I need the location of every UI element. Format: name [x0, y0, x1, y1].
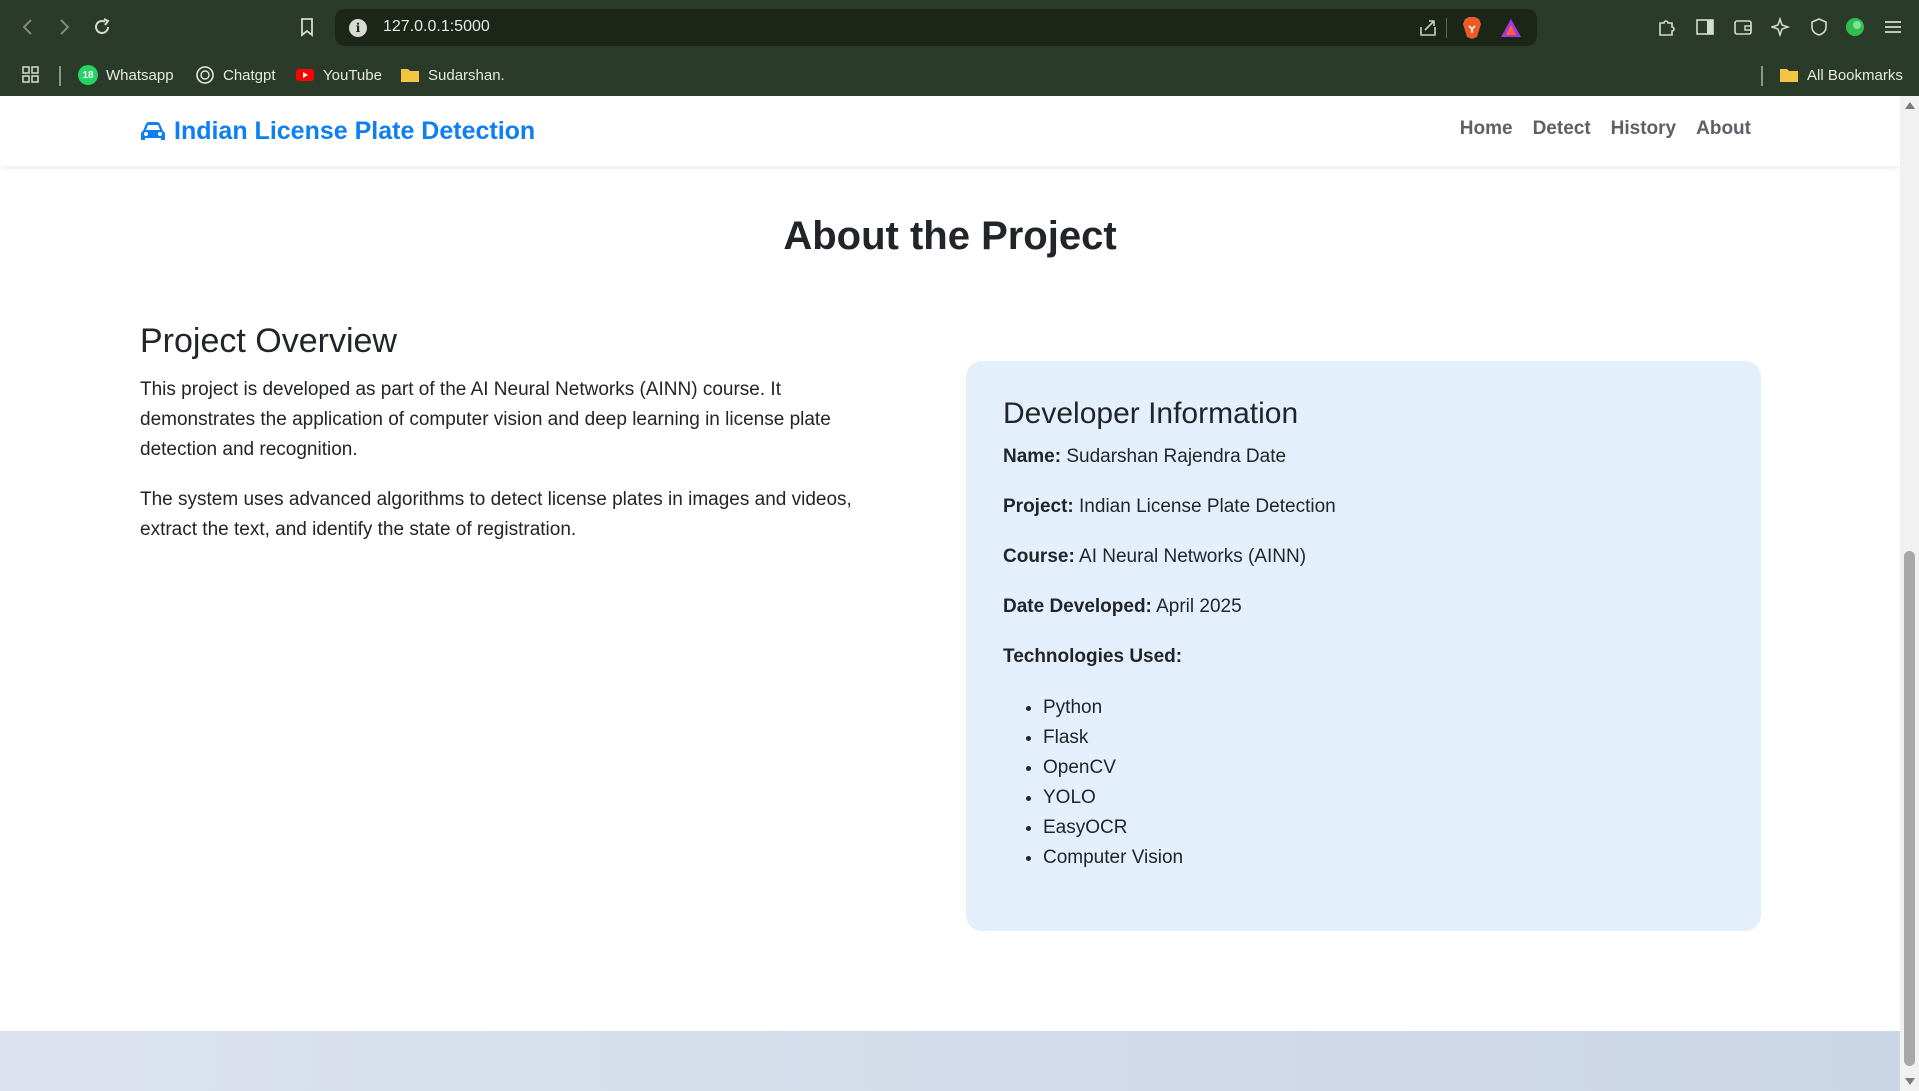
list-item: Python — [1043, 693, 1724, 723]
bookmark-chatgpt[interactable]: Chatgpt — [195, 63, 276, 87]
reload-icon — [95, 18, 110, 34]
youtube-icon — [296, 69, 314, 81]
field-label: Project: — [1003, 496, 1074, 517]
bookmark-label: Chatgpt — [223, 66, 276, 84]
extensions-button[interactable] — [1653, 13, 1681, 41]
field-label: Name: — [1003, 446, 1062, 467]
list-item: Computer Vision — [1043, 843, 1724, 873]
field-label: Technologies Used: — [1003, 646, 1183, 667]
profile-avatar-icon — [1846, 18, 1864, 36]
menu-button[interactable] — [1879, 13, 1907, 41]
scroll-down-arrow-icon[interactable] — [1905, 1078, 1915, 1085]
developer-heading: Developer Information — [1003, 397, 1299, 430]
developer-project-row: Project: Indian License Plate Detection — [1003, 495, 1724, 519]
nav-about[interactable]: About — [1696, 118, 1751, 140]
back-arrow-icon — [22, 19, 32, 35]
all-bookmarks-label: All Bookmarks — [1807, 66, 1903, 84]
reload-button[interactable] — [88, 13, 116, 41]
shield-icon — [1811, 18, 1827, 36]
share-icon[interactable] — [1417, 17, 1439, 39]
developer-name: Sudarshan Rajendra Date — [1066, 446, 1287, 467]
browser-chrome: i 127.0.0.1:5000 18 Whatsapp Chatgpt You… — [0, 0, 1919, 96]
field-label: Date Developed: — [1003, 596, 1152, 617]
all-bookmarks-button[interactable]: All Bookmarks — [1779, 63, 1903, 87]
url-text[interactable]: 127.0.0.1:5000 — [383, 18, 490, 36]
bookmark-folder-sudarshan[interactable]: Sudarshan. — [400, 63, 505, 87]
technologies-list: Python Flask OpenCV YOLO EasyOCR Compute… — [1003, 693, 1724, 873]
page-content: Indian License Plate Detection Home Dete… — [0, 96, 1900, 1091]
site-info-icon[interactable]: i — [349, 19, 367, 37]
leo-ai-button[interactable] — [1767, 13, 1795, 41]
list-item: Flask — [1043, 723, 1724, 753]
bookmarks-divider — [59, 66, 61, 86]
bookmark-label: Sudarshan. — [428, 66, 505, 84]
wallet-button[interactable] — [1729, 13, 1757, 41]
brand-title: Indian License Plate Detection — [174, 117, 536, 145]
bookmark-page-button[interactable] — [293, 13, 321, 41]
list-item: YOLO — [1043, 783, 1724, 813]
overview-paragraph: This project is developed as part of the… — [140, 379, 831, 460]
bookmark-icon — [301, 18, 313, 37]
bookmark-whatsapp[interactable]: 18 Whatsapp — [78, 63, 174, 87]
sidebar-button[interactable] — [1691, 13, 1719, 41]
nav-home[interactable]: Home — [1460, 118, 1513, 140]
brave-shields-icon[interactable] — [1461, 16, 1483, 40]
address-bar-divider — [1446, 18, 1447, 38]
sidebar-icon — [1696, 19, 1714, 35]
field-label: Course: — [1003, 546, 1075, 567]
developer-date: April 2025 — [1156, 596, 1242, 617]
footer-section — [0, 1031, 1900, 1091]
chatgpt-icon — [196, 66, 214, 84]
project-overview: Project Overview This project is develop… — [140, 322, 900, 565]
scroll-up-arrow-icon[interactable] — [1905, 102, 1915, 109]
apps-grid-icon — [22, 66, 39, 83]
overview-heading: Project Overview — [140, 322, 397, 360]
folder-icon — [1780, 69, 1798, 82]
forward-button[interactable] — [50, 13, 78, 41]
folder-icon — [401, 69, 419, 82]
technologies-row: Technologies Used: — [1003, 645, 1724, 669]
puzzle-icon — [1659, 20, 1675, 36]
vpn-button[interactable] — [1805, 13, 1833, 41]
wallet-icon — [1734, 20, 1752, 35]
developer-date-row: Date Developed: April 2025 — [1003, 595, 1724, 619]
address-bar[interactable]: i 127.0.0.1:5000 — [335, 9, 1537, 46]
whatsapp-icon: 18 — [78, 65, 98, 85]
developer-course: AI Neural Networks (AINN) — [1079, 546, 1307, 567]
list-item: OpenCV — [1043, 753, 1724, 783]
developer-info-card: Developer Information Name: Sudarshan Ra… — [966, 361, 1761, 931]
bookmarks-divider — [1761, 66, 1763, 86]
bookmark-youtube[interactable]: YouTube — [295, 63, 382, 87]
nav-history[interactable]: History — [1611, 118, 1676, 140]
bookmarks-bar: 18 Whatsapp Chatgpt YouTube Sudarshan. A… — [0, 54, 1919, 96]
site-navbar: Indian License Plate Detection Home Dete… — [0, 96, 1900, 166]
forward-arrow-icon — [60, 19, 70, 35]
page-scrollbar[interactable] — [1900, 96, 1919, 1091]
brave-rewards-icon[interactable] — [1499, 17, 1523, 39]
sparkle-icon — [1771, 17, 1791, 37]
developer-project: Indian License Plate Detection — [1079, 496, 1336, 517]
bookmark-label: Whatsapp — [106, 66, 174, 84]
nav-detect[interactable]: Detect — [1533, 118, 1591, 140]
back-button[interactable] — [14, 13, 42, 41]
developer-name-row: Name: Sudarshan Rajendra Date — [1003, 445, 1724, 469]
brand-link[interactable]: Indian License Plate Detection — [140, 117, 535, 146]
page-title: About the Project — [783, 214, 1117, 258]
developer-course-row: Course: AI Neural Networks (AINN) — [1003, 545, 1724, 569]
browser-toolbar: i 127.0.0.1:5000 — [0, 0, 1919, 54]
car-icon — [141, 121, 165, 140]
bookmark-label: YouTube — [323, 66, 382, 84]
overview-paragraph: The system uses advanced algorithms to d… — [140, 489, 852, 540]
nav-links: Home Detect History About — [1460, 118, 1751, 140]
apps-button[interactable] — [21, 63, 41, 87]
scrollbar-thumb[interactable] — [1904, 551, 1915, 1066]
profile-button[interactable] — [1841, 13, 1869, 41]
list-item: EasyOCR — [1043, 813, 1724, 843]
hamburger-menu-icon — [1885, 21, 1901, 33]
